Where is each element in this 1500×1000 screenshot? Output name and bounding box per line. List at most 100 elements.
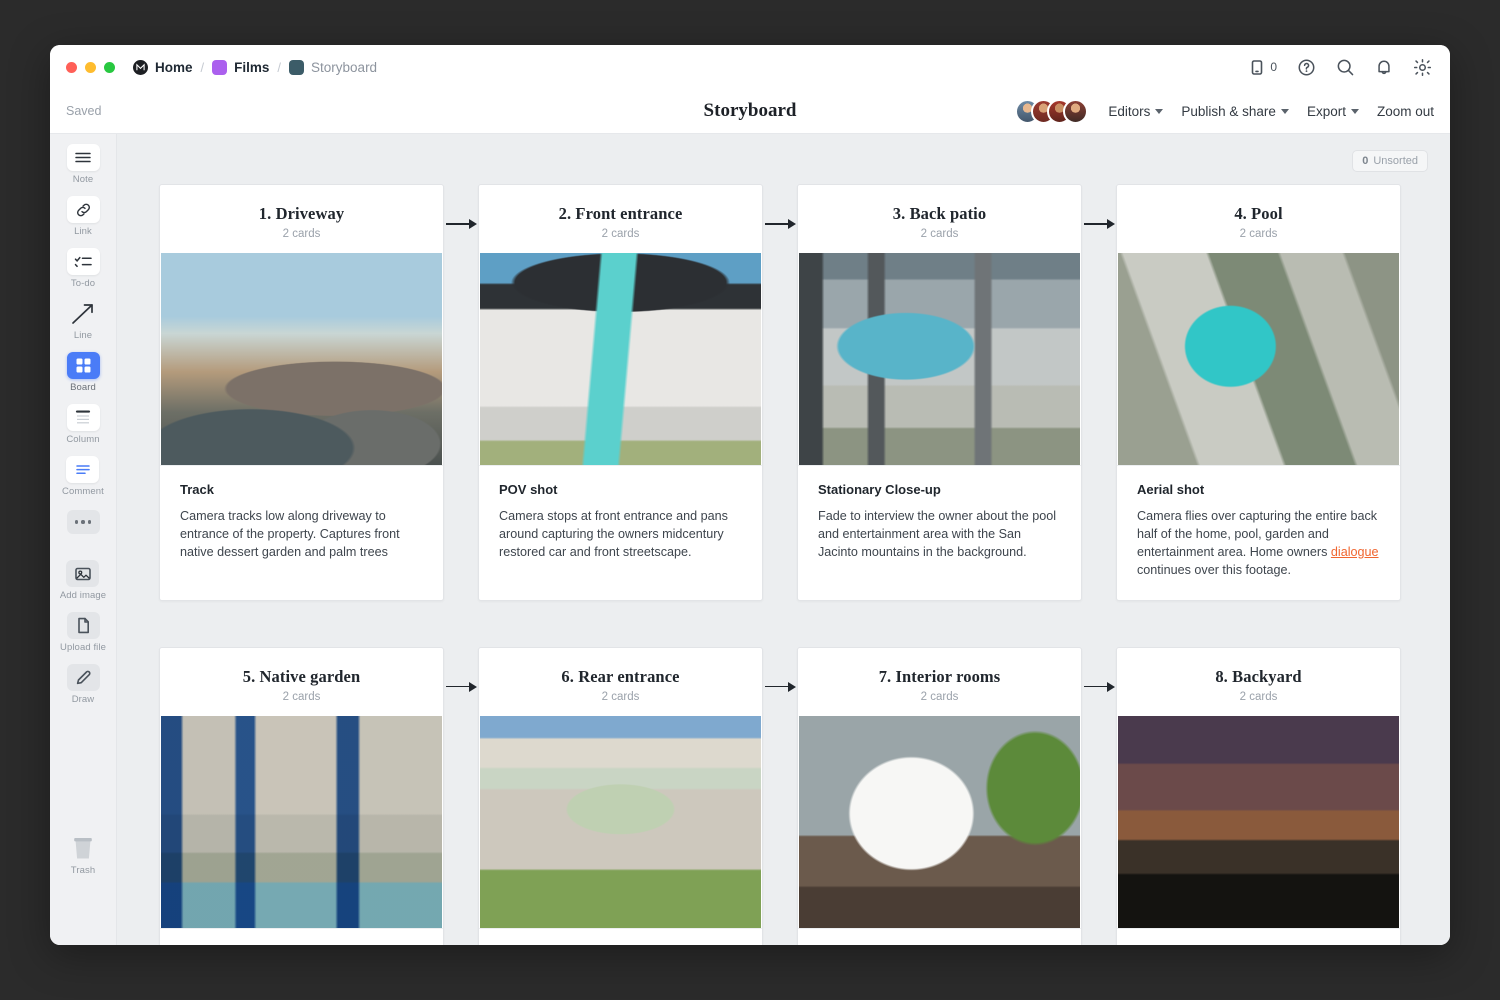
- column-header: 1. Driveway 2 cards: [160, 185, 443, 253]
- breadcrumb-label-storyboard: Storyboard: [311, 60, 377, 75]
- unsorted-badge[interactable]: 0 Unsorted: [1352, 150, 1428, 172]
- column-photo[interactable]: [799, 716, 1080, 928]
- todo-icon: [67, 248, 100, 275]
- tool-sidebar: Note Link To-do Line: [50, 134, 117, 945]
- column-note[interactable]: POV shot Camera stops at front entrance …: [479, 465, 762, 582]
- note-inline-link[interactable]: dialogue: [1331, 545, 1379, 559]
- board-column[interactable]: 4. Pool 2 cards Aerial shot Camera flies…: [1116, 184, 1401, 601]
- column-photo[interactable]: [480, 716, 761, 928]
- search-icon[interactable]: [1336, 58, 1355, 77]
- notifications-bell-icon[interactable]: [1375, 58, 1393, 77]
- board-column[interactable]: 1. Driveway 2 cards Track Camera tracks …: [159, 184, 444, 601]
- note-body: Camera stops at front entrance and pans …: [499, 508, 742, 562]
- column-photo[interactable]: [799, 253, 1080, 465]
- column-note[interactable]: POV shot Camera enters through the main …: [479, 928, 762, 946]
- breadcrumb-separator: /: [277, 60, 281, 75]
- column-photo[interactable]: [161, 716, 442, 928]
- maximize-window-button[interactable]: [104, 62, 115, 73]
- board-column[interactable]: 6. Rear entrance 2 cards POV shot Camera…: [478, 647, 763, 946]
- board-column[interactable]: 7. Interior rooms 2 cards Track Camera p…: [797, 647, 1082, 946]
- mobile-icon[interactable]: 0: [1250, 59, 1277, 76]
- sidebar-tool-label: Column: [66, 434, 99, 445]
- column-title: 1. Driveway: [170, 204, 433, 224]
- column-title: 6. Rear entrance: [489, 667, 752, 687]
- column-note[interactable]: Track Camera tracks low along driveway t…: [160, 465, 443, 582]
- note-body: Camera tracks low along driveway to entr…: [180, 508, 423, 562]
- breadcrumb-separator: /: [201, 60, 205, 75]
- board-canvas[interactable]: 0 Unsorted 1. Driveway 2 cards Track Cam…: [117, 134, 1450, 945]
- column-photo[interactable]: [480, 253, 761, 465]
- sidebar-tool-label: To-do: [71, 278, 95, 289]
- avatar[interactable]: [1063, 99, 1088, 124]
- toolbar-actions: Editors Publish & share Export Zoom out: [1015, 99, 1434, 124]
- trash-icon: [67, 835, 100, 862]
- add-image-icon: [66, 560, 99, 587]
- chevron-down-icon: [1155, 109, 1163, 114]
- note-title: POV shot: [499, 945, 742, 946]
- sidebar-tool-label: Line: [74, 330, 92, 341]
- settings-gear-icon[interactable]: [1413, 58, 1432, 77]
- column-photo[interactable]: [1118, 253, 1399, 465]
- column-photo[interactable]: [161, 253, 442, 465]
- sidebar-tool-label: Board: [70, 382, 96, 393]
- breadcrumb-item-films[interactable]: Films: [212, 60, 269, 75]
- column-photo[interactable]: [1118, 716, 1399, 928]
- note-text-after: continues over this footage.: [1137, 563, 1291, 577]
- sidebar-tool-add-image[interactable]: Add image: [60, 560, 106, 601]
- sidebar-tool-upload-file[interactable]: Upload file: [60, 612, 106, 653]
- editors-label: Editors: [1108, 104, 1150, 119]
- sidebar-tool-note[interactable]: Note: [67, 144, 100, 185]
- column-note[interactable]: Track Camera pans through each room of t…: [798, 928, 1081, 946]
- sidebar-tool-board[interactable]: Board: [67, 352, 100, 393]
- window-controls[interactable]: [66, 62, 115, 73]
- connector-arrow-icon: [762, 682, 796, 692]
- connector-arrow-icon: [443, 219, 477, 229]
- teal-square-icon: [289, 60, 304, 75]
- sidebar-tool-label: Trash: [71, 865, 95, 876]
- column-note[interactable]: Stationary Interview with owner about th…: [160, 928, 443, 946]
- minimize-window-button[interactable]: [85, 62, 96, 73]
- mobile-count: 0: [1270, 60, 1277, 74]
- breadcrumb: Home / Films / Storyboard: [133, 60, 377, 75]
- sidebar-tool-comment[interactable]: Comment: [62, 456, 104, 497]
- column-icon: [67, 404, 100, 431]
- column-header: 2. Front entrance 2 cards: [479, 185, 762, 253]
- column-note[interactable]: POV shot Camera moves out through the si…: [1117, 928, 1400, 946]
- column-note[interactable]: Aerial shot Camera flies over capturing …: [1117, 465, 1400, 600]
- column-title: 3. Back patio: [808, 204, 1071, 224]
- column-card-count: 2 cards: [1127, 228, 1390, 240]
- column-card-count: 2 cards: [808, 691, 1071, 703]
- titlebar-actions: 0: [1250, 58, 1434, 77]
- board-column[interactable]: 2. Front entrance 2 cards POV shot Camer…: [478, 184, 763, 601]
- board-column[interactable]: 5. Native garden 2 cards Stationary Inte…: [159, 647, 444, 946]
- sidebar-tool-todo[interactable]: To-do: [67, 248, 100, 289]
- board-column[interactable]: 8. Backyard 2 cards POV shot Camera move…: [1116, 647, 1401, 946]
- breadcrumb-item-storyboard[interactable]: Storyboard: [289, 60, 377, 75]
- sidebar-more-options-button[interactable]: [67, 510, 100, 534]
- upload-file-icon: [67, 612, 100, 639]
- column-title: 5. Native garden: [170, 667, 433, 687]
- note-body: Fade to interview the owner about the po…: [818, 508, 1061, 562]
- board-column[interactable]: 3. Back patio 2 cards Stationary Close-u…: [797, 184, 1082, 601]
- sidebar-tool-column[interactable]: Column: [66, 404, 99, 445]
- sidebar-trash[interactable]: Trash: [67, 835, 100, 876]
- sidebar-tool-link[interactable]: Link: [67, 196, 100, 237]
- export-dropdown[interactable]: Export: [1307, 104, 1359, 119]
- editor-avatars[interactable]: [1015, 99, 1088, 124]
- column-card-count: 2 cards: [808, 228, 1071, 240]
- zoom-out-button[interactable]: Zoom out: [1377, 104, 1434, 119]
- breadcrumb-item-home[interactable]: Home: [133, 60, 193, 75]
- zoom-out-label: Zoom out: [1377, 104, 1434, 119]
- sidebar-tool-label: Draw: [72, 694, 95, 705]
- editors-dropdown[interactable]: Editors: [1108, 104, 1163, 119]
- sidebar-tool-draw[interactable]: Draw: [67, 664, 100, 705]
- close-window-button[interactable]: [66, 62, 77, 73]
- column-grid: 1. Driveway 2 cards Track Camera tracks …: [159, 184, 1401, 945]
- note-title: POV shot: [1137, 945, 1380, 946]
- column-note[interactable]: Stationary Close-up Fade to interview th…: [798, 465, 1081, 582]
- help-icon[interactable]: [1297, 58, 1316, 77]
- comment-icon: [66, 456, 99, 483]
- publish-share-dropdown[interactable]: Publish & share: [1181, 104, 1289, 119]
- sidebar-tool-line[interactable]: Line: [67, 300, 100, 341]
- note-title: Stationary: [180, 945, 423, 946]
